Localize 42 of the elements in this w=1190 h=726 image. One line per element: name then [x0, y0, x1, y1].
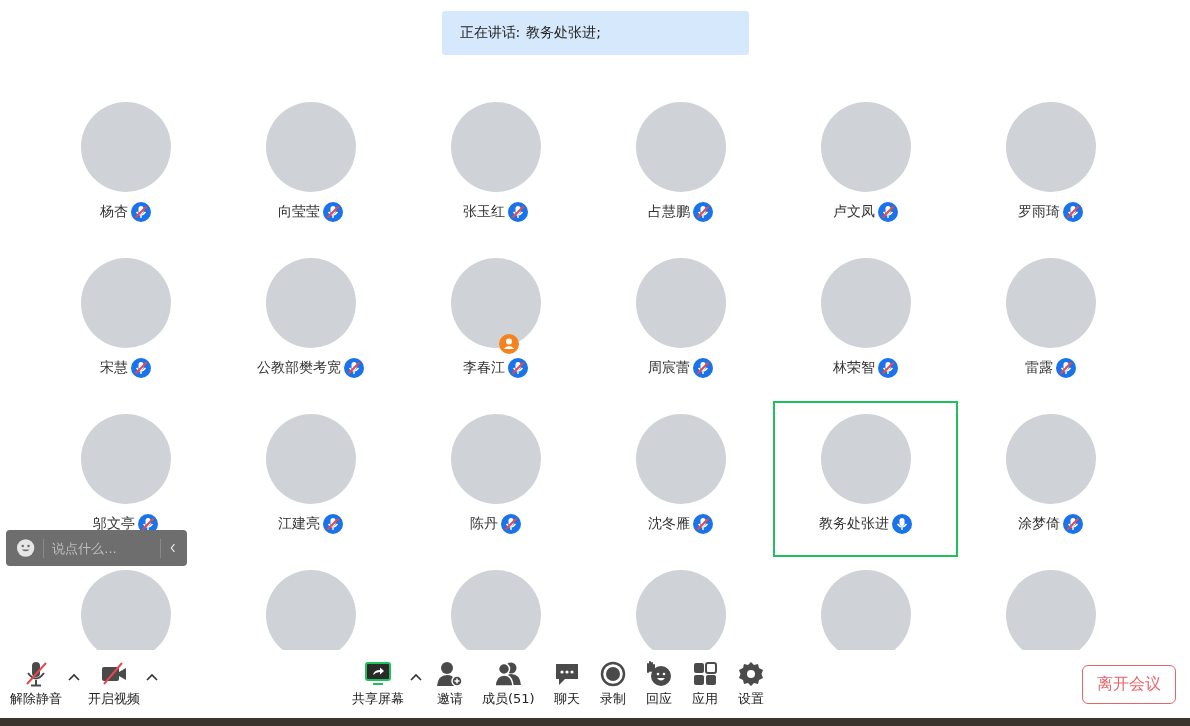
participant-name: 向莹莹 [278, 203, 320, 221]
participant-name: 邬文亭 [93, 515, 135, 533]
participant-name: 涂梦倚 [1018, 515, 1060, 533]
participant-name: 张玉红 [463, 203, 505, 221]
participant-name: 公教部樊考宽 [257, 359, 341, 377]
mic-button[interactable]: 解除静音 [6, 658, 66, 710]
participant-name: 雷露 [1025, 359, 1053, 377]
add-person-icon [436, 660, 464, 688]
participant-name: 江建亮 [278, 515, 320, 533]
collapse-chevron-icon[interactable] [169, 542, 177, 554]
speaker-name: 教务处张进; [526, 24, 601, 42]
participant-name: 卢文凤 [833, 203, 875, 221]
participant-name: 陈丹 [470, 515, 498, 533]
settings-icon [736, 660, 765, 688]
smiley-icon[interactable] [16, 538, 36, 558]
participant-name: 罗雨琦 [1018, 203, 1060, 221]
speaker-label: 正在讲话: [459, 24, 521, 42]
members-button[interactable]: 成员(51) [478, 658, 539, 710]
react-button[interactable]: 回应 [640, 658, 677, 710]
participant-name: 李春江 [463, 359, 505, 377]
people-icon [494, 660, 523, 688]
chat-input-field[interactable]: 说点什么... [6, 530, 187, 566]
invite-button[interactable]: 邀请 [432, 658, 468, 710]
raised-hand-icon [644, 660, 673, 688]
caret-icon[interactable] [68, 673, 80, 681]
caret-icon[interactable] [146, 673, 158, 681]
record-button[interactable]: 录制 [594, 658, 631, 710]
video-button[interactable]: 开启视频 [84, 658, 144, 710]
chat-button[interactable]: 聊天 [548, 658, 585, 710]
settings-button[interactable]: 设置 [732, 658, 769, 710]
share-screen-icon [364, 660, 392, 688]
participant-name: 教务处张进 [819, 515, 889, 533]
participant-name: 杨杏 [100, 203, 128, 221]
apps-button[interactable]: 应用 [686, 658, 723, 710]
participant-name: 占慧鹏 [648, 203, 690, 221]
participant-name: 林荣智 [833, 359, 875, 377]
caret-icon[interactable] [410, 673, 422, 681]
participant-name: 宋慧 [100, 359, 128, 377]
participant-name: 周宸蕾 [648, 359, 690, 377]
share-button[interactable]: 共享屏幕 [348, 658, 408, 710]
participant-name: 沈冬雁 [648, 515, 690, 533]
record-icon [598, 660, 627, 688]
